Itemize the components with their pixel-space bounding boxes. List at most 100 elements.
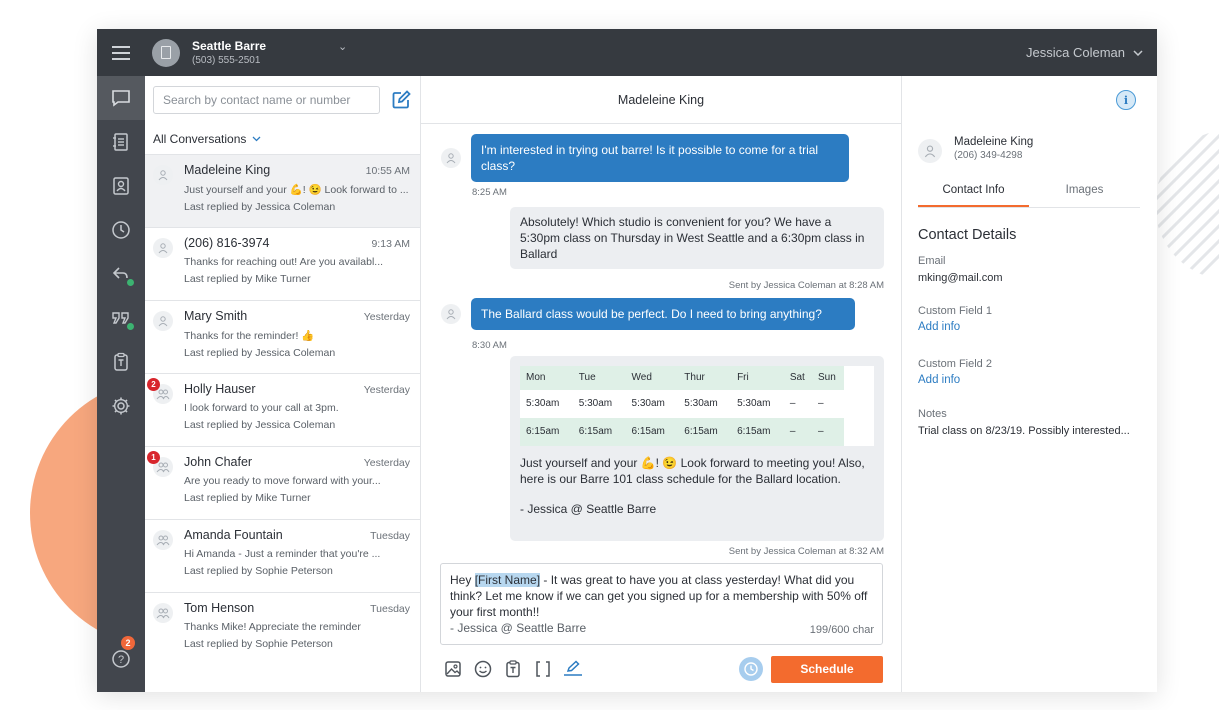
conversation-name: John Chafer [184, 455, 253, 469]
nav-templates[interactable] [97, 340, 145, 384]
tab-images[interactable]: Images [1029, 184, 1140, 207]
schedule-cell: 6:15am [572, 418, 626, 446]
add-info-link[interactable]: Add info [918, 321, 992, 333]
chat-title: Madeleine King [617, 92, 705, 107]
conversation-replied: Last replied by Mike Turner [184, 492, 311, 504]
schedule-table: Mon Tue Wed Thur Fri Sat Sun 5:30am 5:30… [520, 366, 874, 446]
clipboard-icon [506, 660, 520, 678]
day-header: Wed [625, 366, 679, 390]
conversation-time: Yesterday [363, 457, 410, 469]
conversation-preview: Thanks for the reminder! 👍 [184, 330, 315, 342]
pen-signature-icon [564, 660, 582, 676]
nav-contacts-book[interactable] [97, 120, 145, 164]
unread-badge: 2 [147, 378, 160, 391]
message-time: 8:30 AM [472, 340, 507, 351]
char-count: 199/600 char [809, 624, 874, 636]
conversation-preview: Just yourself and your 💪! 😉 Look forward… [184, 184, 409, 196]
contact-card-icon [113, 177, 129, 195]
conversation-replied: Last replied by Jessica Coleman [184, 201, 336, 213]
message-status: Sent by Jessica Coleman at 8:28 AM [728, 280, 884, 291]
conversation-item[interactable]: 1 John Chafer Yesterday Are you ready to … [145, 446, 420, 519]
unread-badge: 1 [147, 451, 160, 464]
contact-phone: (206) 349-4298 [954, 150, 1023, 161]
compose-button[interactable] [390, 89, 412, 111]
notes-value: Trial class on 8/23/19. Possibly interes… [918, 425, 1130, 437]
menu-icon[interactable] [97, 29, 145, 76]
message-composer[interactable]: Hey [First Name] - It was great to have … [440, 563, 883, 645]
conversation-preview: Thanks Mike! Appreciate the reminder [184, 621, 361, 633]
building-icon [152, 38, 180, 67]
person-icon [441, 148, 461, 168]
org-switcher[interactable]: Seattle Barre (503) 555-2501 ⌄ [152, 38, 347, 67]
help-button[interactable]: ? 2 [97, 636, 145, 676]
message-bubble: I'm interested in trying out barre! Is i… [471, 134, 849, 182]
schedule-cell: 6:15am [520, 418, 573, 446]
custom-field-2-label: Custom Field 2 [918, 358, 992, 370]
conversation-filter[interactable]: All Conversations [145, 124, 420, 154]
contact-tabs: Contact Info Images [918, 184, 1140, 208]
conversation-item[interactable]: Mary Smith Yesterday Thanks for the remin… [145, 300, 420, 373]
attach-image-button[interactable] [440, 656, 466, 682]
message-bubble: The Ballard class would be perfect. Do I… [471, 298, 855, 330]
nav-auto-reply[interactable] [97, 252, 145, 296]
conversation-name: Amanda Fountain [184, 528, 283, 542]
help-badge: 2 [121, 636, 135, 650]
tab-contact-info[interactable]: Contact Info [918, 184, 1029, 207]
compose-icon [392, 90, 411, 109]
signature-button[interactable] [560, 656, 586, 682]
smiley-icon [474, 660, 492, 678]
chat-bubble-icon [112, 90, 130, 107]
custom-field-2: Custom Field 2 Add info [918, 358, 992, 386]
message-bubble: Mon Tue Wed Thur Fri Sat Sun 5:30am 5:30… [510, 356, 884, 541]
merge-field-button[interactable] [530, 656, 556, 682]
contact-details-title: Contact Details [918, 227, 1017, 243]
conversation-replied: Last replied by Sophie Peterson [184, 565, 333, 577]
email-label: Email [918, 255, 946, 267]
conversation-name: Holly Hauser [184, 382, 256, 396]
notes-label: Notes [918, 408, 947, 420]
notes-field: Notes Trial class on 8/23/19. Possibly i… [918, 408, 1130, 437]
user-menu[interactable]: Jessica Coleman [1026, 45, 1143, 60]
schedule-time-button[interactable] [739, 657, 763, 681]
conversation-preview: Are you ready to move forward with your.… [184, 475, 381, 487]
day-header: Sat [783, 366, 812, 390]
info-icon[interactable]: i [1116, 90, 1136, 110]
add-info-link[interactable]: Add info [918, 374, 992, 386]
svg-text:?: ? [118, 654, 124, 666]
nav-reviews[interactable] [97, 296, 145, 340]
conversation-name: (206) 816-3974 [184, 236, 270, 250]
conversation-time: 9:13 AM [371, 238, 410, 250]
nav-contacts[interactable] [97, 164, 145, 208]
schedule-cell: – [818, 398, 824, 409]
filter-label: All Conversations [153, 132, 247, 146]
conversation-item[interactable]: Amanda Fountain Tuesday Hi Amanda - Just … [145, 519, 420, 592]
top-bar: Seattle Barre (503) 555-2501 ⌄ Jessica C… [97, 29, 1157, 76]
merge-field[interactable]: [First Name] [474, 573, 541, 587]
conversation-time: Tuesday [370, 530, 410, 542]
conversation-item[interactable]: Madeleine King 10:55 AM Just yourself and… [145, 154, 420, 227]
emoji-button[interactable] [470, 656, 496, 682]
nav-history[interactable] [97, 208, 145, 252]
conversation-item[interactable]: Tom Henson Tuesday Thanks Mike! Appreciat… [145, 592, 420, 665]
conversation-name: Mary Smith [184, 309, 248, 323]
image-icon [445, 661, 461, 677]
notebook-icon [113, 133, 128, 151]
template-button[interactable] [500, 656, 526, 682]
email-value: mking@mail.com [918, 272, 1003, 284]
user-name: Jessica Coleman [1026, 45, 1125, 60]
nav-settings[interactable] [97, 384, 145, 428]
composer-text: Hey [450, 573, 475, 587]
schedule-cell: – [789, 398, 796, 409]
conversation-item[interactable]: 2 Holly Hauser Yesterday I look forward t… [145, 373, 420, 446]
message-thread: I'm interested in trying out barre! Is i… [421, 124, 901, 561]
schedule-button[interactable]: Schedule [771, 655, 883, 683]
contact-name: Madeleine King [954, 136, 1034, 148]
day-header: Sun [812, 366, 844, 390]
nav-messages[interactable] [97, 76, 145, 120]
day-header: Tue [572, 366, 626, 390]
search-input[interactable] [153, 86, 381, 114]
person-icon [153, 311, 173, 331]
person-icon [918, 139, 942, 163]
conversation-replied: Last replied by Mike Turner [184, 273, 311, 285]
conversation-item[interactable]: (206) 816-3974 9:13 AM Thanks for reachin… [145, 227, 420, 300]
